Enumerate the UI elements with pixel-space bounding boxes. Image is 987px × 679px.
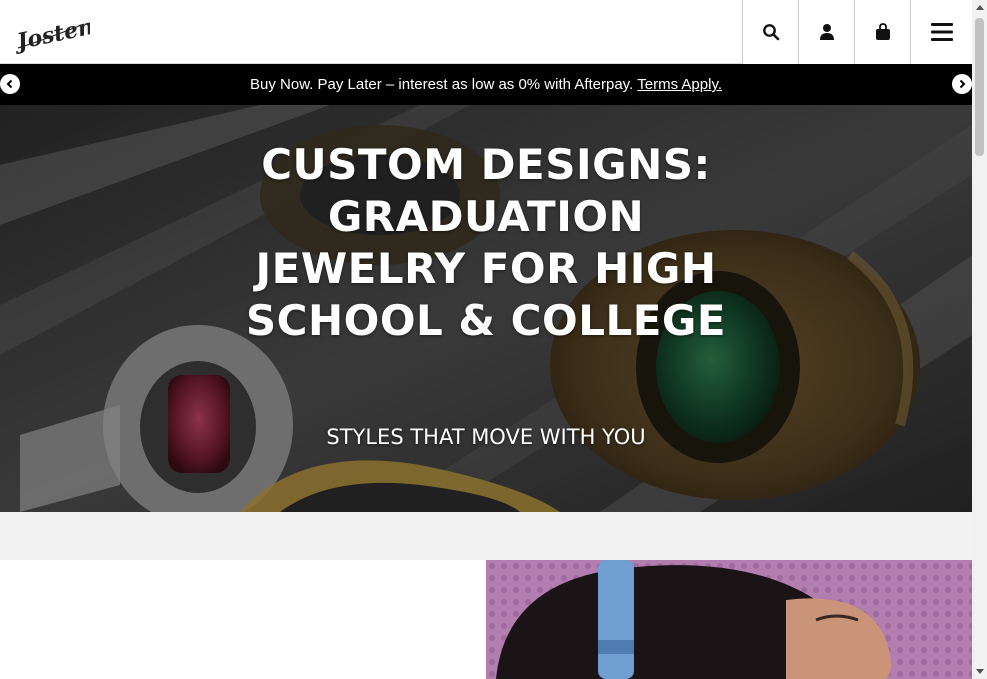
page: Jostens Buy Now. Pay Later – interest as… (0, 0, 972, 679)
jostens-logo-mark: Jostens (11, 11, 108, 56)
shopping-bag-button[interactable] (854, 0, 910, 64)
section-divider-band (0, 512, 972, 560)
arrow-up-icon (975, 5, 984, 10)
promo-prev-button[interactable] (0, 74, 20, 94)
account-button[interactable] (798, 0, 854, 64)
search-icon (762, 24, 779, 41)
search-button[interactable] (742, 0, 798, 64)
account-icon (819, 24, 834, 40)
promo-banner: Buy Now. Pay Later – interest as low as … (0, 64, 972, 105)
chevron-right-icon (959, 79, 966, 89)
site-header: Jostens (0, 0, 972, 64)
chevron-left-icon (6, 79, 13, 89)
jostens-logo[interactable]: Jostens (11, 10, 108, 56)
menu-button[interactable] (910, 0, 972, 64)
scroll-up-button[interactable] (972, 0, 987, 14)
hero-title: CUSTOM DESIGNS: GRADUATION JEWELRY FOR H… (245, 140, 727, 345)
student-headphones-image (486, 560, 972, 679)
scrollbar-thumb[interactable] (975, 18, 984, 156)
hero-subtitle: STYLES THAT MOVE WITH YOU (326, 425, 646, 449)
headphones-promo-image[interactable] (486, 560, 972, 679)
scroll-down-button[interactable] (972, 665, 987, 679)
bag-icon (875, 23, 890, 40)
promo-next-button[interactable] (952, 74, 972, 94)
arrow-down-icon (975, 669, 984, 674)
menu-icon (930, 23, 953, 41)
promo-message: Buy Now. Pay Later – interest as low as … (250, 76, 634, 93)
terms-link[interactable]: Terms Apply. (637, 76, 722, 93)
svg-text:Jostens: Jostens (14, 11, 90, 54)
vertical-scrollbar[interactable] (972, 0, 987, 679)
hero-banner[interactable]: CUSTOM DESIGNS: GRADUATION JEWELRY FOR H… (0, 105, 972, 512)
